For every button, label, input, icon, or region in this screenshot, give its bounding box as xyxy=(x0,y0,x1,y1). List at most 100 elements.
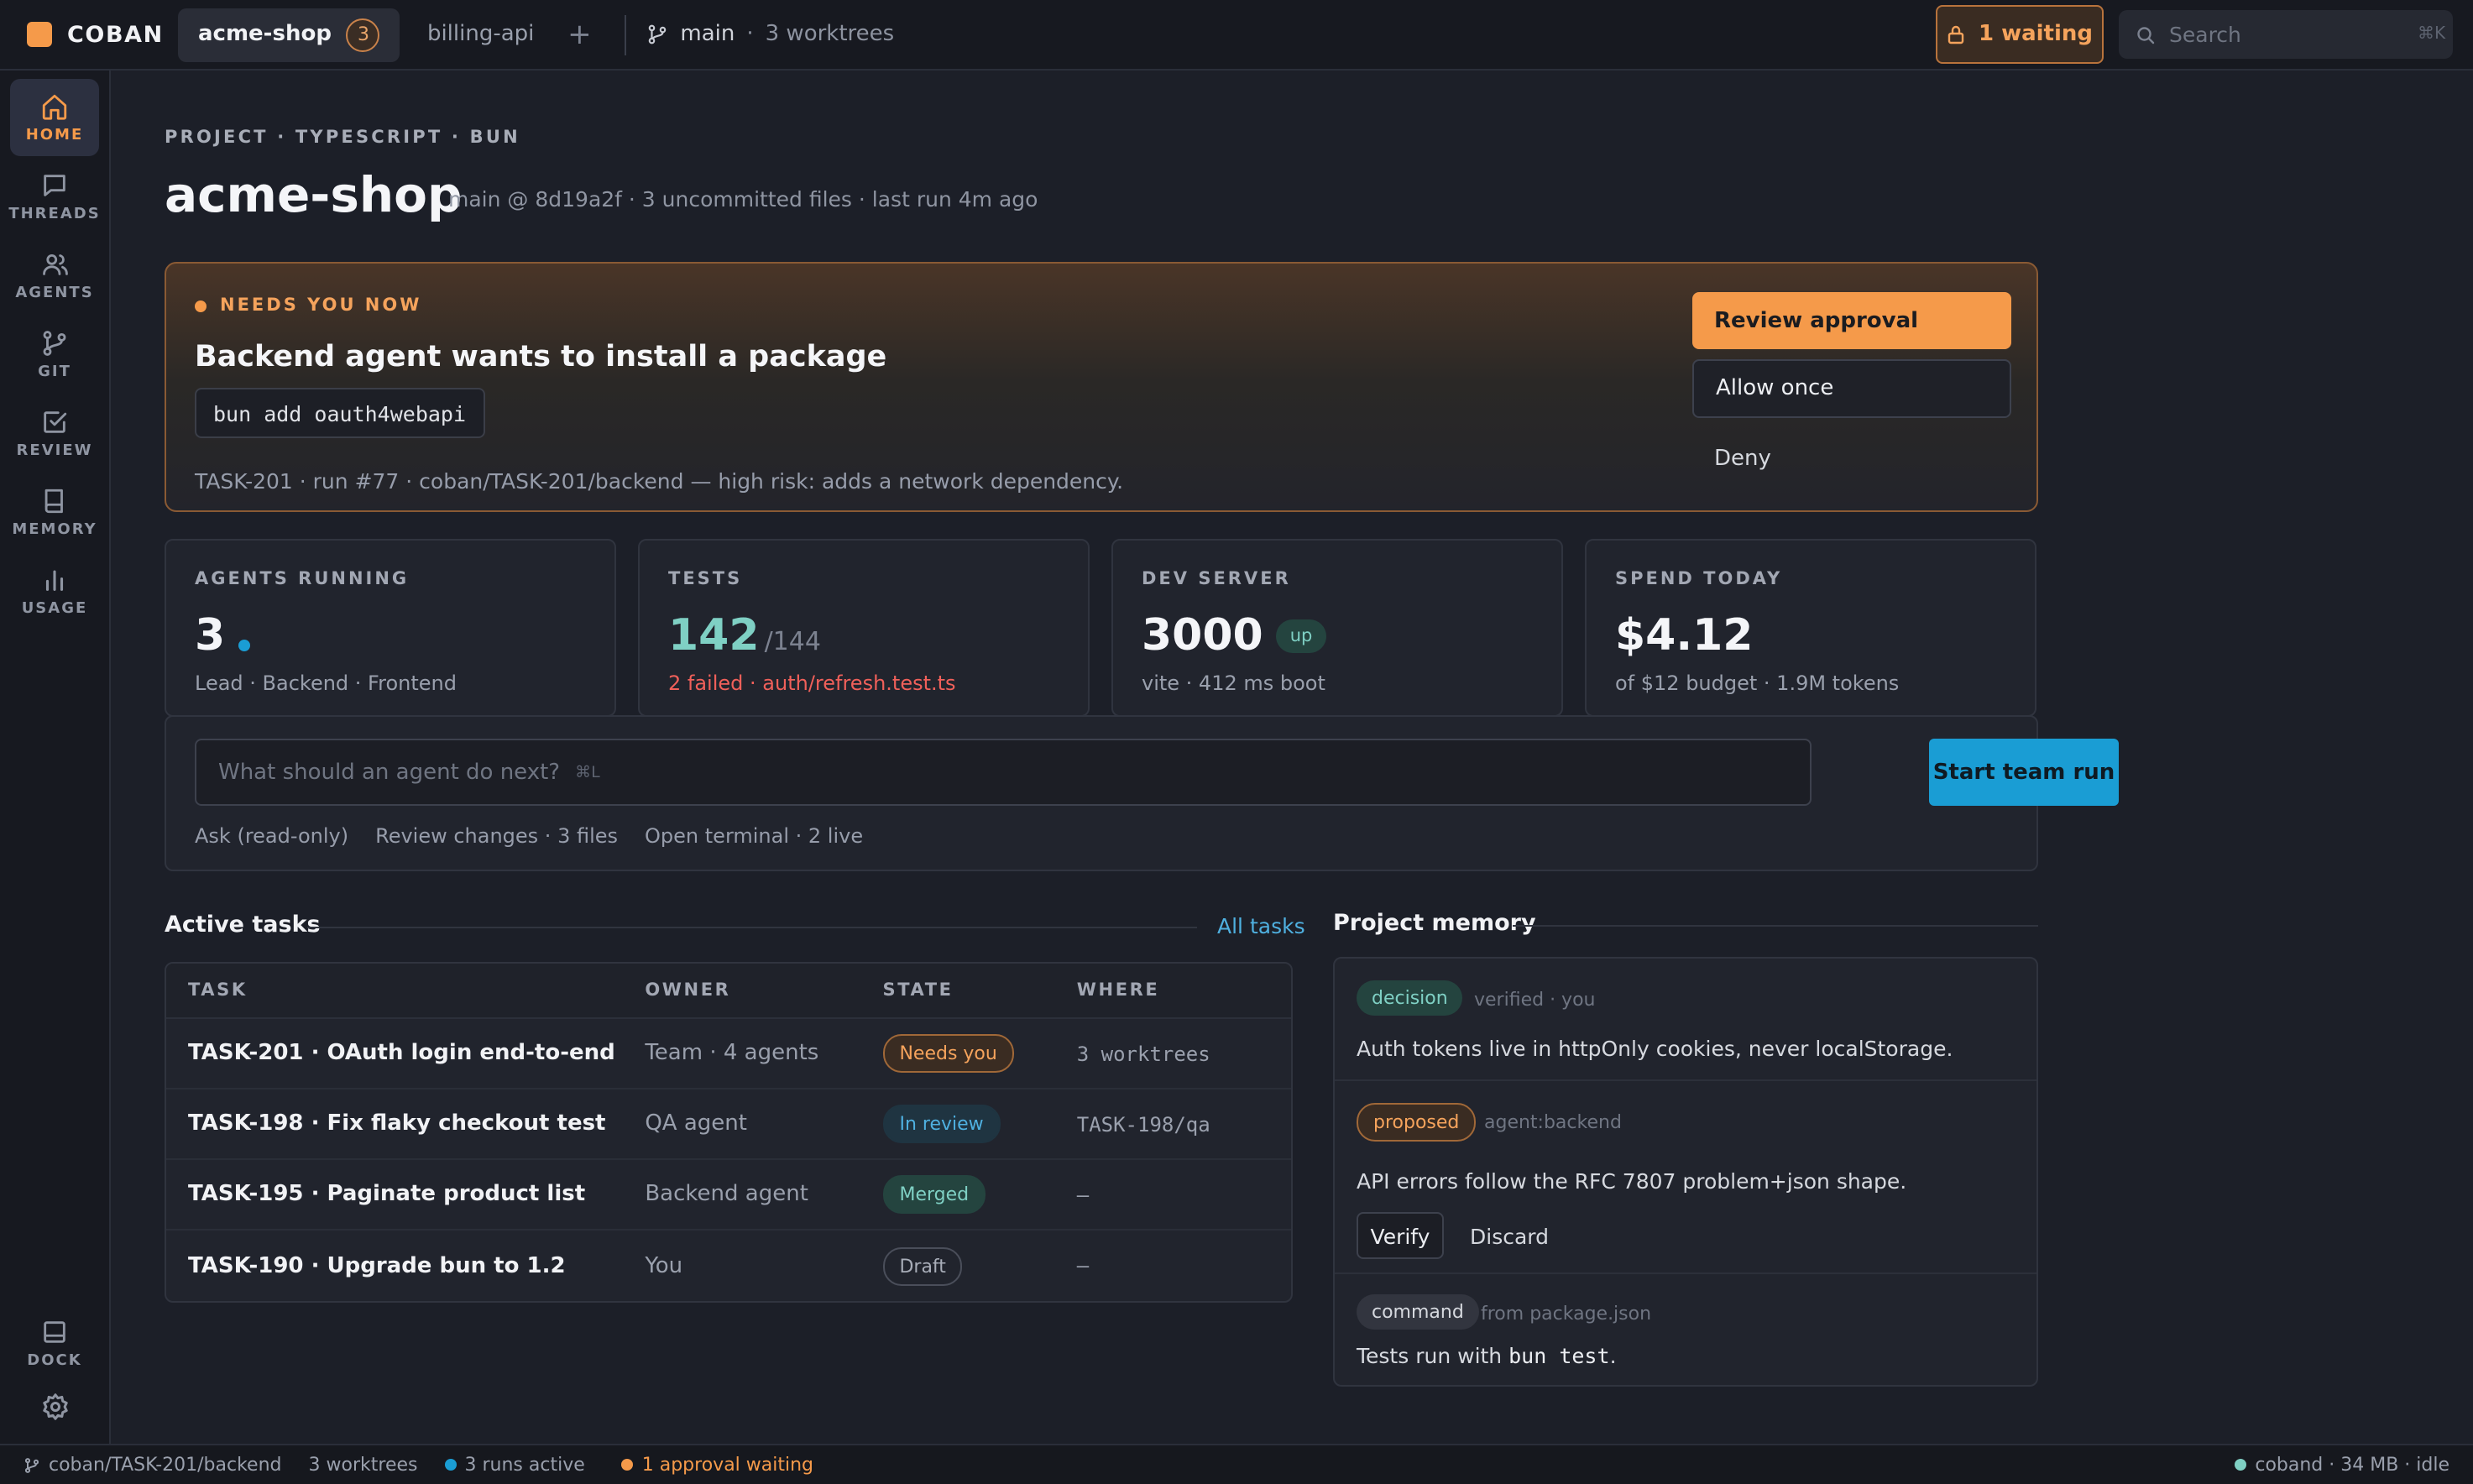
sidebar-item-git[interactable]: GIT xyxy=(10,316,99,393)
quick-action-terminal[interactable]: Open terminal · 2 live xyxy=(645,824,863,848)
tasks-table: TASK OWNER STATE WHERE TASK-201 · OAuth … xyxy=(165,962,1293,1303)
prompt-shortcut: ⌘L xyxy=(575,763,600,781)
verify-button[interactable]: Verify xyxy=(1357,1212,1444,1259)
memory-item[interactable]: proposed agent:backend API errors follow… xyxy=(1335,1081,2036,1274)
tab-count-badge: 3 xyxy=(346,18,380,51)
git-branch-icon xyxy=(40,328,69,357)
memory-item[interactable]: decision verified · you Auth tokens live… xyxy=(1335,959,2036,1081)
sidebar-item-agents[interactable]: AGENTS xyxy=(10,237,99,314)
alert-dot-icon xyxy=(195,300,207,311)
stat-card-agents[interactable]: AGENTS RUNNING 3 Lead · Backend · Fronte… xyxy=(165,539,616,717)
memory-meta: verified · you xyxy=(1474,989,1596,1011)
memory-tag: decision xyxy=(1357,980,1463,1016)
table-row[interactable]: TASK-198 · Fix flaky checkout test QA ag… xyxy=(166,1089,1291,1160)
prompt-placeholder: What should an agent do next? xyxy=(218,760,561,785)
discard-button[interactable]: Discard xyxy=(1456,1212,1563,1259)
sidebar-item-usage[interactable]: USAGE xyxy=(10,552,99,630)
stat-value: 3000 up xyxy=(1142,606,1326,666)
memory-meta: agent:backend xyxy=(1484,1111,1622,1133)
status-badge: up xyxy=(1276,619,1326,653)
prompt-input[interactable]: What should an agent do next? ⌘L xyxy=(195,739,1812,806)
all-tasks-link[interactable]: All tasks xyxy=(1217,913,1305,938)
divider xyxy=(307,927,1197,928)
stat-sub: of $12 budget · 1.9M tokens xyxy=(1615,671,1900,695)
status-runs[interactable]: 3 runs active xyxy=(444,1454,585,1476)
brand[interactable]: COBAN xyxy=(0,21,178,48)
gear-icon xyxy=(39,1392,70,1422)
tab-billing-api[interactable]: billing-api xyxy=(407,8,554,61)
sidebar-item-label: HOME xyxy=(25,127,84,144)
task-name: TASK-190 · Upgrade bun to 1.2 xyxy=(188,1253,566,1278)
table-header: TASK OWNER STATE WHERE xyxy=(166,964,1291,1019)
table-row[interactable]: TASK-190 · Upgrade bun to 1.2 You Draft … xyxy=(166,1231,1291,1301)
task-where: TASK-198/qa xyxy=(1076,1112,1210,1136)
project-eyebrow: PROJECT · TYPESCRIPT · BUN xyxy=(165,128,520,148)
quick-action-review[interactable]: Review changes · 3 files xyxy=(375,824,618,848)
waiting-label: 1 waiting xyxy=(1978,22,2094,47)
branch-selector[interactable]: main · 3 worktrees xyxy=(646,22,894,47)
search-input[interactable] xyxy=(2169,22,2404,47)
section-title-memory: Project memory xyxy=(1333,910,1536,937)
separator-dot: · xyxy=(746,22,754,47)
approval-alert-card: NEEDS YOU NOW Backend agent wants to ins… xyxy=(165,262,2038,512)
stat-key: SPEND TODAY xyxy=(1615,569,1783,589)
alert-title: Backend agent wants to install a package xyxy=(195,341,887,374)
status-badge: Merged xyxy=(882,1175,986,1214)
waiting-approvals-button[interactable]: 1 waiting xyxy=(1936,5,2104,64)
sidebar-item-review[interactable]: REVIEW xyxy=(10,395,99,472)
quick-action-ask[interactable]: Ask (read-only) xyxy=(195,824,348,848)
check-square-icon xyxy=(40,407,69,436)
sidebar-item-threads[interactable]: THREADS xyxy=(8,158,101,235)
memory-tag: proposed xyxy=(1357,1103,1477,1142)
task-where: — xyxy=(1076,1254,1090,1278)
stat-sub: 2 failed · auth/refresh.test.ts xyxy=(668,671,956,695)
memory-panel: decision verified · you Auth tokens live… xyxy=(1333,957,2038,1387)
sidebar: HOME THREADS AGENTS GIT REVIEW MEMORY US… xyxy=(0,71,111,1444)
add-tab-button[interactable]: + xyxy=(554,8,604,61)
table-row[interactable]: TASK-201 · OAuth login end-to-end Team ·… xyxy=(166,1019,1291,1089)
home-icon xyxy=(40,91,69,120)
divider xyxy=(625,14,627,55)
memory-item[interactable]: command from package.json Tests run with… xyxy=(1335,1274,2036,1385)
sidebar-item-label: THREADS xyxy=(8,206,101,222)
table-row[interactable]: TASK-195 · Paginate product list Backend… xyxy=(166,1160,1291,1231)
sidebar-item-memory[interactable]: MEMORY xyxy=(10,473,99,551)
stat-value: 142 /144 xyxy=(668,606,821,666)
deny-button[interactable]: Deny xyxy=(1692,430,2011,487)
top-bar: COBAN acme-shop 3 billing-api + main · 3… xyxy=(0,0,2473,71)
review-approval-button[interactable]: Review approval xyxy=(1692,292,2011,349)
search-icon xyxy=(2136,24,2156,44)
status-branch[interactable]: coban/TASK-201/backend xyxy=(24,1454,282,1476)
git-branch-icon xyxy=(24,1456,40,1473)
stat-card-dev-server[interactable]: DEV SERVER 3000 up vite · 412 ms boot xyxy=(1111,539,1563,717)
sidebar-item-dock[interactable]: DOCK xyxy=(10,1304,99,1382)
stat-card-spend[interactable]: SPEND TODAY $4.12 of $12 budget · 1.9M t… xyxy=(1585,539,2036,717)
sidebar-item-home[interactable]: HOME xyxy=(10,79,99,156)
stat-value: $4.12 xyxy=(1615,606,1754,666)
alert-meta: TASK-201 · run #77 · coban/TASK-201/back… xyxy=(195,468,1124,494)
task-name: TASK-201 · OAuth login end-to-end xyxy=(188,1041,615,1066)
stat-value-number: 142 xyxy=(668,611,760,661)
status-bar: coban/TASK-201/backend 3 worktrees 3 run… xyxy=(0,1444,2473,1484)
status-worktrees: 3 worktrees xyxy=(308,1454,418,1476)
tab-label: billing-api xyxy=(426,22,535,47)
start-team-run-button[interactable]: Start team run xyxy=(1929,739,2119,806)
status-badge: Draft xyxy=(882,1246,963,1285)
running-dot-icon xyxy=(238,639,251,651)
task-owner: QA agent xyxy=(645,1111,747,1137)
users-icon xyxy=(39,249,70,278)
task-where: 3 worktrees xyxy=(1076,1042,1210,1065)
page-subtitle: main @ 8d19a2f · 3 uncommitted files · l… xyxy=(448,186,1038,212)
alert-eyebrow-label: NEEDS YOU NOW xyxy=(220,295,422,316)
sidebar-item-label: DOCK xyxy=(27,1352,82,1369)
task-name: TASK-198 · Fix flaky checkout test xyxy=(188,1111,606,1137)
status-approvals[interactable]: 1 approval waiting xyxy=(621,1454,813,1476)
search-box[interactable]: ⌘K xyxy=(2119,10,2453,59)
settings-button[interactable] xyxy=(10,1377,99,1437)
allow-once-button[interactable]: Allow once xyxy=(1692,359,2011,418)
memory-text: Auth tokens live in httpOnly cookies, ne… xyxy=(1357,1036,1953,1061)
status-badge: In review xyxy=(882,1105,1001,1143)
git-branch-icon xyxy=(646,24,668,45)
tab-acme-shop[interactable]: acme-shop 3 xyxy=(178,8,400,61)
stat-card-tests[interactable]: TESTS 142 /144 2 failed · auth/refresh.t… xyxy=(638,539,1090,717)
